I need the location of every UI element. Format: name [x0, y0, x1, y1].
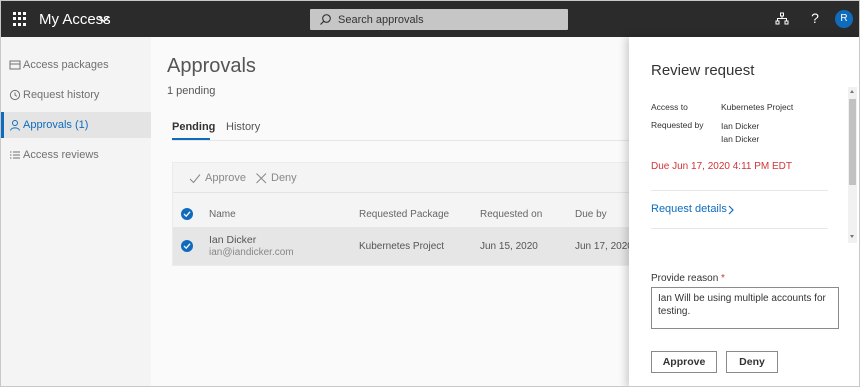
sidebar: Access packages Request history Approval…	[1, 37, 151, 386]
search-icon	[320, 14, 331, 25]
approve-command-label: Approve	[205, 172, 246, 184]
scroll-down-arrow-icon[interactable]	[850, 235, 854, 238]
deny-command[interactable]: Deny	[255, 172, 297, 186]
tab-divider	[172, 140, 629, 141]
requested-on: Jun 15, 2020	[480, 241, 538, 252]
column-header-name[interactable]: Name	[209, 209, 236, 220]
row-checkbox[interactable]	[181, 240, 193, 252]
checkmark-icon	[183, 243, 191, 250]
active-indicator	[1, 112, 4, 138]
request-details-link[interactable]: Request details	[651, 203, 734, 215]
sidebar-item-access-packages[interactable]: Access packages	[1, 52, 151, 78]
org-chart-icon[interactable]	[774, 11, 790, 27]
package-icon	[9, 60, 21, 70]
access-to-label: Access to	[651, 102, 688, 112]
deny-command-label: Deny	[271, 172, 297, 184]
select-all-checkbox[interactable]	[181, 208, 193, 220]
help-icon[interactable]: ?	[807, 10, 823, 26]
required-marker: *	[721, 273, 725, 284]
reason-textarea[interactable]: Ian Will be using multiple accounts for …	[651, 287, 839, 329]
requested-by-value: Ian Dicker	[721, 121, 760, 131]
column-header-due-by[interactable]: Due by	[575, 209, 607, 220]
requested-by-label: Requested by	[651, 120, 704, 130]
history-icon	[9, 89, 21, 101]
sidebar-item-label: Access reviews	[23, 149, 99, 161]
checkmark-icon	[183, 211, 191, 218]
tab-pending[interactable]: Pending	[172, 121, 215, 133]
requester-email: ian@iandicker.com	[209, 247, 294, 258]
access-to-value: Kubernetes Project	[721, 102, 794, 112]
tab-history[interactable]: History	[226, 121, 260, 133]
panel-divider	[651, 228, 828, 229]
review-request-panel: Review request Access to Kubernetes Proj…	[629, 37, 859, 386]
scroll-thumb[interactable]	[849, 99, 856, 185]
column-header-requested-on[interactable]: Requested on	[480, 209, 542, 220]
app-window: My Access ? R Access packages	[0, 0, 860, 387]
sidebar-item-label: Approvals (1)	[23, 119, 89, 131]
sidebar-item-access-reviews[interactable]: Access reviews	[1, 142, 151, 168]
column-header-package[interactable]: Requested Package	[359, 209, 449, 220]
page-title: Approvals	[167, 55, 256, 77]
sidebar-item-label: Request history	[23, 89, 100, 101]
sidebar-item-label: Access packages	[23, 59, 109, 71]
main-content: Approvals 1 pending Pending History Appr…	[151, 37, 633, 386]
panel-scrollbar[interactable]	[848, 87, 857, 243]
panel-title: Review request	[651, 62, 755, 79]
requested-by-value-secondary: Ian Dicker	[721, 134, 760, 144]
reason-label-text: Provide reason	[651, 273, 719, 284]
avatar[interactable]: R	[835, 10, 853, 28]
chevron-right-icon	[728, 205, 734, 215]
deny-button[interactable]: Deny	[726, 351, 778, 373]
due-by: Jun 17, 2020	[575, 241, 633, 252]
scroll-up-arrow-icon[interactable]	[850, 90, 854, 93]
panel-divider	[651, 190, 828, 191]
close-icon	[256, 173, 267, 184]
due-date: Due Jun 17, 2020 4:11 PM EDT	[651, 161, 793, 172]
table-row[interactable]: Ian Dicker ian@iandicker.com Kubernetes …	[173, 227, 633, 265]
top-bar: My Access ? R	[1, 1, 859, 37]
search-box[interactable]	[310, 9, 568, 30]
requester-name: Ian Dicker	[209, 234, 257, 246]
search-input[interactable]	[338, 9, 563, 30]
list-icon	[10, 151, 20, 159]
pending-count: 1 pending	[167, 85, 216, 97]
requested-package: Kubernetes Project	[359, 241, 445, 252]
sidebar-item-approvals[interactable]: Approvals (1)	[1, 112, 151, 138]
chevron-down-icon[interactable]	[97, 12, 111, 26]
sidebar-item-request-history[interactable]: Request history	[1, 82, 151, 108]
checkmark-icon	[189, 174, 201, 184]
request-details-label: Request details	[651, 203, 727, 215]
command-divider	[173, 192, 633, 193]
app-launcher-icon[interactable]	[13, 12, 27, 26]
approvals-table: Approve Deny Name Requested Package Requ…	[172, 162, 633, 266]
person-icon	[10, 120, 20, 131]
reason-label: Provide reason *	[651, 273, 725, 284]
approve-button[interactable]: Approve	[651, 351, 717, 373]
approve-command[interactable]: Approve	[189, 172, 246, 186]
